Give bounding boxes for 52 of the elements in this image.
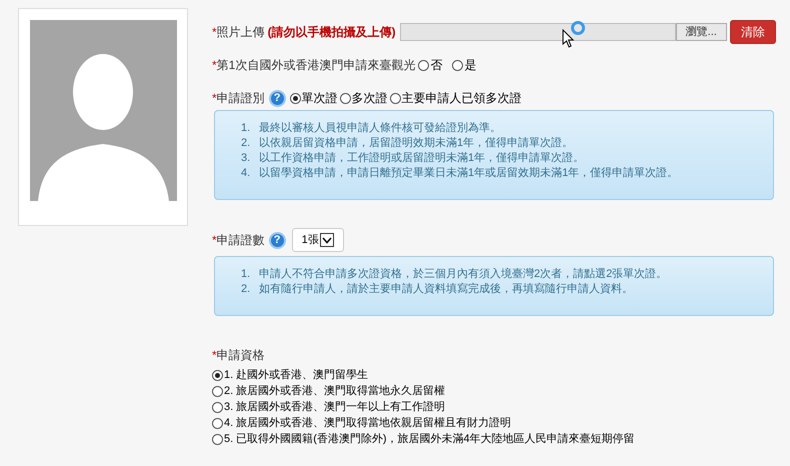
required-mark: * bbox=[212, 90, 217, 107]
note-text: 以依親居留資格申請，居留證明效期未滿1年，僅得申請單次證。 bbox=[259, 136, 574, 151]
option-label: 2. 旅居國外或香港、澳門取得當地永久居留權 bbox=[224, 384, 446, 399]
file-path-field[interactable] bbox=[400, 23, 676, 41]
list-number: 2. bbox=[241, 282, 252, 297]
avatar-placeholder-icon bbox=[30, 20, 177, 201]
field-label: 申請證別 bbox=[216, 90, 265, 107]
option-label: 否 bbox=[430, 57, 442, 74]
mouse-cursor-icon bbox=[562, 29, 574, 48]
help-icon[interactable]: ? bbox=[268, 90, 286, 106]
option-label: 單次證 bbox=[302, 90, 338, 107]
option-label: 是 bbox=[464, 57, 476, 74]
required-mark: * bbox=[212, 347, 217, 364]
option-label: 4. 旅居國外或香港、澳門取得當地依親居留權且有財力證明 bbox=[224, 416, 512, 431]
loading-spinner-icon bbox=[570, 20, 586, 36]
option-label: 1. 赴國外或香港、澳門留學生 bbox=[224, 368, 368, 383]
field-label: 申請證數 bbox=[216, 232, 265, 249]
note-text: 最終以審核人員視申請人條件核可發給證別為準。 bbox=[259, 121, 501, 136]
browse-button[interactable]: 瀏覽... bbox=[676, 23, 727, 41]
radio-button[interactable] bbox=[390, 92, 401, 104]
radio-button[interactable] bbox=[418, 60, 430, 70]
radio-button[interactable] bbox=[212, 370, 223, 380]
list-number: 1. bbox=[241, 121, 252, 136]
option-label: 3. 旅居國外或香港、澳門一年以上有工作證明 bbox=[224, 400, 446, 415]
list-number: 3. bbox=[241, 151, 252, 166]
radio-button[interactable] bbox=[212, 402, 223, 412]
radio-button[interactable] bbox=[212, 418, 223, 428]
clear-button[interactable]: 清除 bbox=[730, 20, 776, 44]
field-label: 第1次自國外或香港澳門申請來臺觀光 bbox=[216, 57, 416, 74]
note-text: 以留學資格申請，申請日離預定畢業日未滿1年或居留效期未滿1年，僅得申請單次證。 bbox=[259, 166, 678, 181]
note-text: 如有隨行申請人，請於主要申請人資料填寫完成後，再填寫隨行申請人資料。 bbox=[259, 282, 633, 297]
field-label: 照片上傳 bbox=[216, 24, 265, 41]
radio-button[interactable] bbox=[290, 92, 301, 104]
field-label: 申請資格 bbox=[216, 347, 265, 364]
list-number: 2. bbox=[241, 136, 252, 151]
warning-note: (請勿以手機拍攝及上傳) bbox=[268, 24, 396, 41]
radio-button[interactable] bbox=[212, 386, 223, 396]
option-label: 5. 已取得外國國籍(香港澳門除外)，旅居國外未滿4年大陸地區人民申請來臺短期停留 bbox=[224, 432, 635, 447]
list-number: 1. bbox=[241, 267, 252, 282]
option-label: 主要申請人已領多次證 bbox=[402, 90, 522, 107]
list-number: 4. bbox=[241, 166, 252, 181]
radio-button[interactable] bbox=[340, 92, 351, 104]
required-mark: * bbox=[212, 24, 217, 41]
count-select[interactable]: 1張 bbox=[292, 228, 344, 252]
required-mark: * bbox=[212, 232, 217, 249]
note-text: 以工作資格申請，工作證明或居留證明未滿1年，僅得申請單次證。 bbox=[259, 151, 584, 166]
radio-button[interactable] bbox=[452, 60, 464, 70]
radio-button[interactable] bbox=[212, 434, 223, 444]
note-text: 申請人不符合申請多次證資格，於三個月內有須入境臺灣2次者，請點選2張單次證。 bbox=[259, 267, 668, 282]
required-mark: * bbox=[212, 57, 217, 74]
help-icon[interactable]: ? bbox=[268, 232, 286, 248]
option-label: 多次證 bbox=[352, 90, 388, 107]
